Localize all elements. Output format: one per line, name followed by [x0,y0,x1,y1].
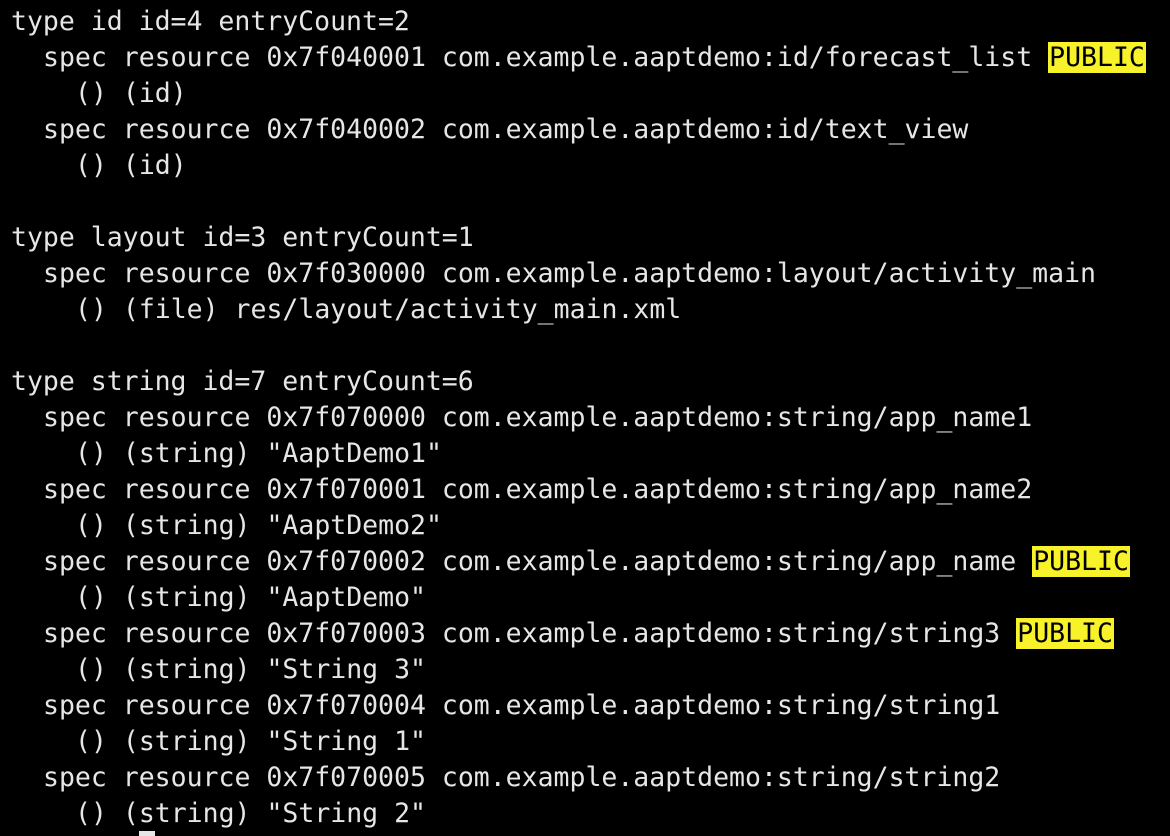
spec-text: spec resource 0x7f030000 com.example.aap… [43,258,1096,289]
spec-line: spec resource 0x7f040001 com.example.aap… [11,40,1170,76]
value-line: () (string) "AaptDemo2" [75,510,442,541]
public-badge: PUBLIC [1016,618,1114,649]
value-line: () (string) "AaptDemo" [75,582,426,613]
value-line: () (string) "AaptDemo1" [75,438,442,469]
block-header: type layout id=3 entryCount=1 [11,222,474,253]
spec-line: spec resource 0x7f030000 com.example.aap… [11,256,1170,292]
block-header: type string id=7 entryCount=6 [11,366,474,397]
spec-text: spec resource 0x7f070005 com.example.aap… [43,762,1001,793]
public-badge: PUBLIC [1032,546,1130,577]
terminal-output[interactable]: type id id=4 entryCount=2 spec resource … [0,0,1170,836]
value-line: () (id) [75,150,187,181]
value-line: () (id) [75,78,187,109]
terminal-cursor [139,831,155,836]
spec-line: spec resource 0x7f070001 com.example.aap… [11,472,1170,508]
spec-text: spec resource 0x7f070003 com.example.aap… [43,618,1001,649]
spec-text: spec resource 0x7f070001 com.example.aap… [43,474,1033,505]
value-line: () (file) res/layout/activity_main.xml [75,294,682,325]
value-line: () (string) "String 1" [75,726,426,757]
spec-line: spec resource 0x7f070000 com.example.aap… [11,400,1170,436]
spec-line: spec resource 0x7f070005 com.example.aap… [11,760,1170,796]
spec-text: spec resource 0x7f040002 com.example.aap… [43,114,969,145]
spec-text: spec resource 0x7f040001 com.example.aap… [43,42,1033,73]
value-line: () (string) "String 2" [75,798,426,829]
spec-line: spec resource 0x7f070004 com.example.aap… [11,688,1170,724]
spec-text: spec resource 0x7f070004 com.example.aap… [43,690,1001,721]
public-badge: PUBLIC [1048,42,1146,73]
block-header: type id id=4 entryCount=2 [11,6,410,37]
spec-text: spec resource 0x7f070002 com.example.aap… [43,546,1017,577]
value-line: () (string) "String 3" [75,654,426,685]
spec-line: spec resource 0x7f040002 com.example.aap… [11,112,1170,148]
spec-line: spec resource 0x7f070002 com.example.aap… [11,544,1170,580]
spec-line: spec resource 0x7f070003 com.example.aap… [11,616,1170,652]
spec-text: spec resource 0x7f070000 com.example.aap… [43,402,1033,433]
